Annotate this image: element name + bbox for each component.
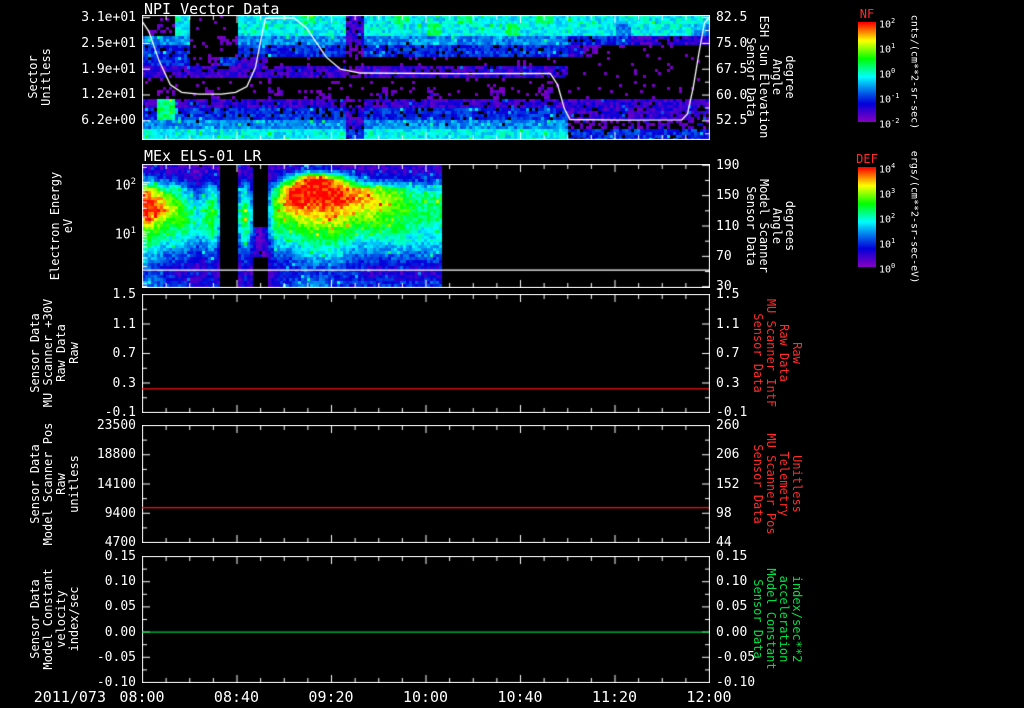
x-tick-label: 11:20 bbox=[591, 688, 638, 706]
mex-els-01-lr-left-axis-label: Electron Energy eV bbox=[48, 171, 75, 281]
npi-vector-data-canvas bbox=[142, 15, 710, 140]
colorbar-tick-label: 101 bbox=[879, 237, 896, 251]
colorbar-def-canvas bbox=[858, 167, 876, 267]
colorbar-def-units: ergs/(cm**2-sr-sec-eV) bbox=[908, 150, 920, 284]
mu-scanner-30v-left-axis-label: Sensor Data MU Scanner +30V Raw Data Raw bbox=[28, 298, 81, 408]
model-scanner-pos-right-axis-label: Unitless Telemetry MU Scanner Pos Sensor Da… bbox=[751, 433, 804, 535]
colorbar-tick-label: 100 bbox=[879, 262, 896, 276]
npi-vector-data-right-axis-label: degree Angle ESH Sun Elevation Sensor Data bbox=[744, 15, 797, 139]
mu-scanner-30v-canvas bbox=[142, 294, 710, 413]
npi-vector-data-left-axis-label: Sector Unitless bbox=[26, 48, 53, 106]
y-tick-label-right: 44 bbox=[716, 535, 732, 550]
colorbar-tick-label: 102 bbox=[879, 17, 896, 31]
y-tick-label-right: 0.15 bbox=[716, 549, 748, 564]
y-tick-label-left: 6.2e+00 bbox=[81, 113, 136, 129]
mex-els-01-lr-right-axis-label: degrees Angle Model Scanner Sensor Data bbox=[744, 179, 797, 273]
colorbar-nf-units: cnts/(cm**2-sr-sec) bbox=[908, 14, 920, 130]
model-scanner-pos-left-axis-label: Sensor Data Model Scanner Pos Raw unitless bbox=[28, 422, 81, 546]
colorbar-tick-label: 101 bbox=[879, 42, 896, 56]
x-axis-date-label: 2011/073 bbox=[33, 688, 106, 706]
x-tick-label: 10:40 bbox=[497, 688, 543, 706]
y-tick-label-left: 0.15 bbox=[104, 549, 136, 564]
colorbar-tick-label: 100 bbox=[879, 67, 896, 81]
colorbar-tick-label: 10-1 bbox=[879, 92, 900, 106]
panel-title-els: MEx ELS-01 LR bbox=[144, 147, 262, 165]
x-tick-label: 09:20 bbox=[308, 688, 354, 706]
colorbar-tick-label: 103 bbox=[879, 187, 896, 201]
x-tick-label: 08:40 bbox=[213, 688, 260, 706]
x-tick-label: 08:00 bbox=[119, 688, 165, 706]
y-tick-label-left: 1.9e+01 bbox=[81, 61, 136, 77]
x-tick-label: 10:00 bbox=[402, 688, 449, 706]
model-scanner-pos-canvas bbox=[142, 425, 710, 543]
model-constant-velocity-left-axis-label: Sensor Data Model Constant velocity index/s… bbox=[28, 568, 81, 670]
y-tick-label-left: 3.1e+01 bbox=[81, 10, 136, 26]
colorbar-tick-label: 10-2 bbox=[879, 117, 900, 131]
y-tick-label-left: 1.2e+01 bbox=[81, 87, 136, 103]
x-tick-label: 12:00 bbox=[686, 688, 732, 706]
y-tick-label-right: 260 bbox=[716, 418, 740, 433]
y-tick-label-right: 190 bbox=[716, 157, 740, 173]
colorbar-tick-label: 102 bbox=[879, 212, 896, 226]
model-constant-velocity-canvas bbox=[142, 556, 710, 683]
colorbar-nf-canvas bbox=[858, 22, 876, 122]
mex-els-01-lr-canvas bbox=[142, 164, 710, 288]
colorbar-tick-label: 104 bbox=[879, 162, 896, 176]
y-tick-label-left: 2.5e+01 bbox=[81, 35, 136, 51]
model-constant-velocity-right-axis-label: index/sec**2 acceleration Model Constant Se… bbox=[751, 568, 804, 670]
science-plot-screen: NPI Vector Data MEx ELS-01 LR 2011/073 N… bbox=[0, 0, 1024, 708]
mu-scanner-30v-right-axis-label: Raw Raw Data MU Scanner IntF Sensor Data bbox=[751, 298, 804, 408]
